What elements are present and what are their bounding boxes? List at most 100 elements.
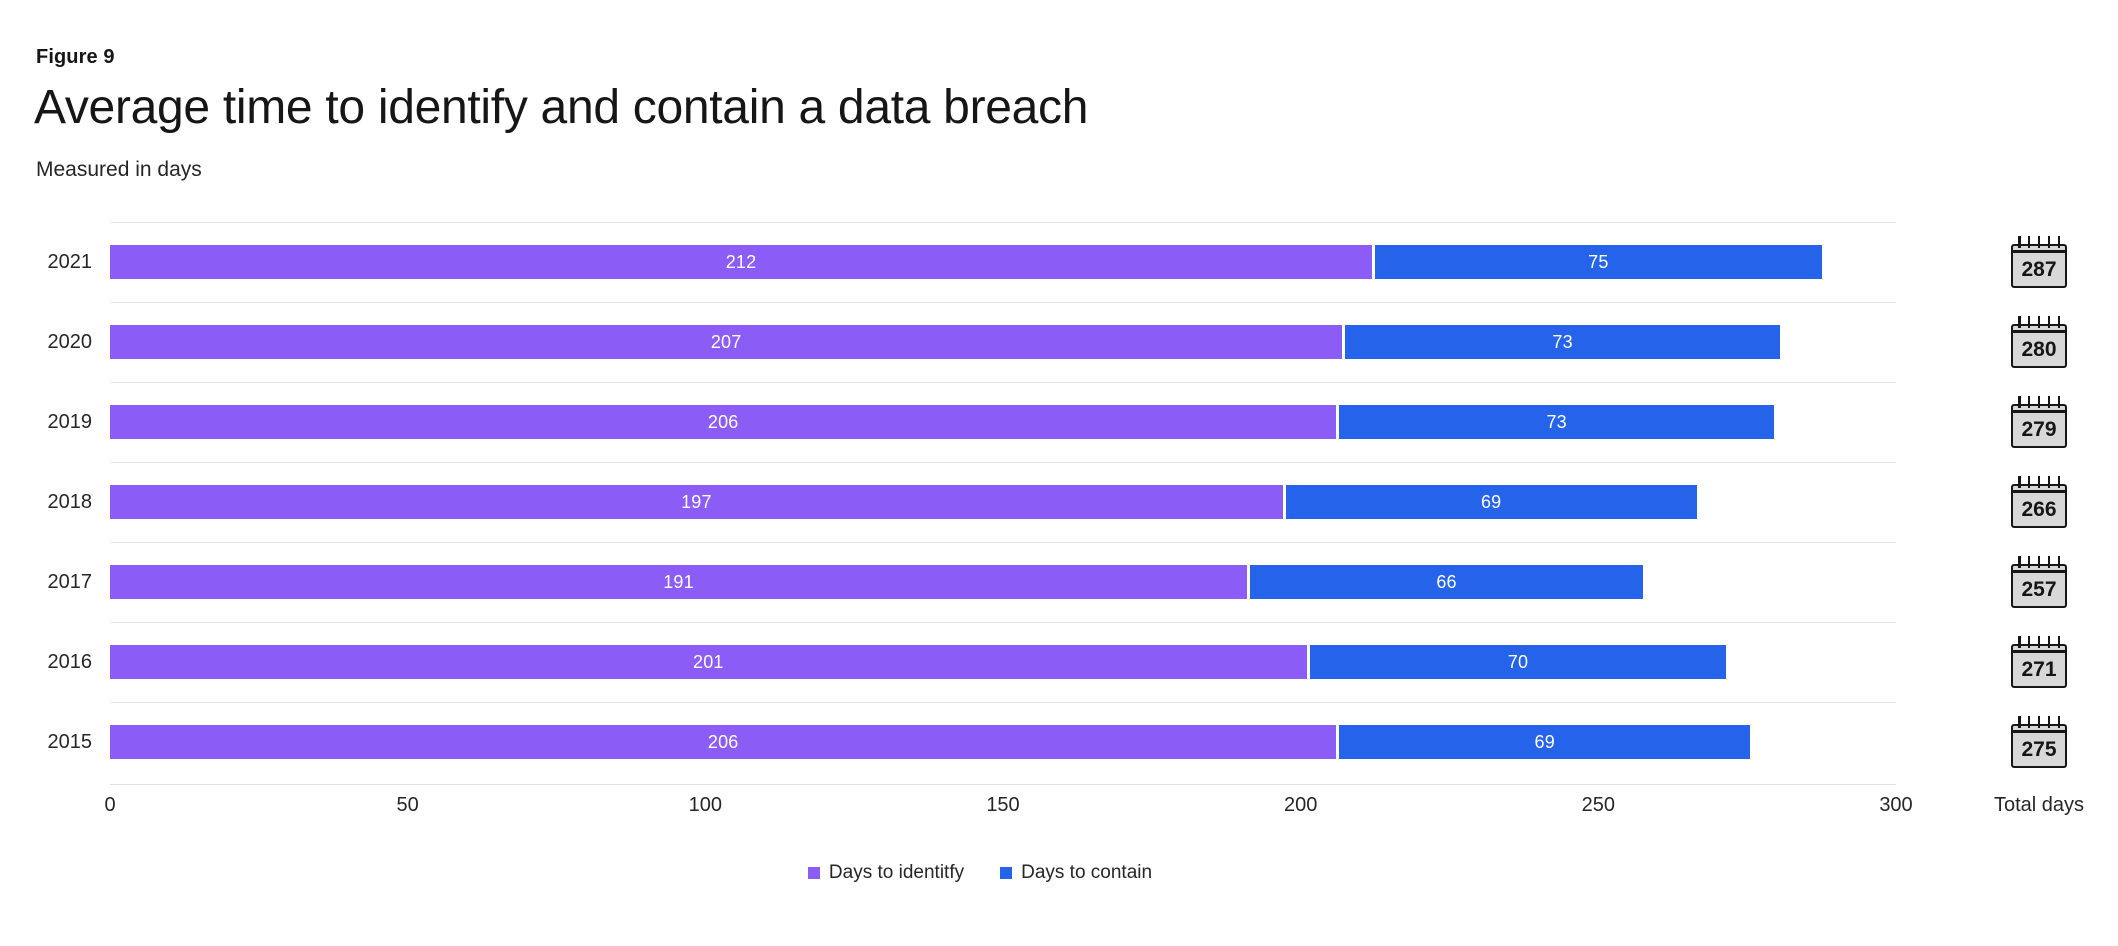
total-days-cell: 266 [1960, 462, 2118, 542]
calendar-icon: 257 [2011, 556, 2067, 608]
bar-segment-contain[interactable]: 66 [1250, 565, 1643, 599]
row-year-label: 2015 [47, 731, 93, 753]
total-days-cell: 271 [1960, 622, 2118, 702]
x-tick-label: 50 [396, 794, 419, 816]
bar-segment-identify[interactable]: 207 [110, 325, 1343, 359]
calendar-ring [2018, 636, 2021, 648]
calendar-ring [2047, 236, 2051, 248]
x-tick-label: 100 [688, 794, 723, 816]
bar-rows: 2021 212 75 2020 207 73 2019 206 73 2018 197 69 2017… [0, 222, 1960, 782]
calendar-rings [2018, 316, 2060, 328]
gridline [110, 542, 1896, 543]
legend-label: Days to contain [1021, 862, 1153, 883]
calendar-icon: 287 [2011, 236, 2067, 288]
x-tick-label: 250 [1581, 794, 1616, 816]
legend-swatch-icon [807, 867, 820, 879]
calendar-header-line [2011, 730, 2067, 733]
calendar-ring [2027, 636, 2031, 648]
chart-legend: Days to identitfy Days to contain [0, 862, 1960, 884]
bar-value-label: 207 [710, 331, 742, 352]
gridline [110, 622, 1896, 623]
calendar-ring [2018, 396, 2021, 408]
total-days-cell: 279 [1960, 382, 2118, 462]
gridline [110, 302, 1896, 303]
bar-segment-identify[interactable]: 212 [110, 245, 1373, 279]
total-days-value: 280 [2021, 338, 2057, 361]
gridline [110, 222, 1896, 223]
total-days-cell: 280 [1960, 302, 2118, 382]
row-year-label: 2018 [47, 491, 93, 513]
bar-segment-identify[interactable]: 206 [110, 405, 1337, 439]
calendar-rings [2018, 636, 2060, 648]
calendar-ring [2057, 396, 2060, 408]
calendar-ring [2018, 716, 2021, 728]
stacked-bar[interactable]: 206 69 [110, 725, 1751, 759]
row-year-label: 2016 [47, 651, 93, 673]
x-tick-label: 0 [104, 794, 116, 816]
row-year-label: 2021 [47, 251, 93, 273]
calendar-ring [2018, 236, 2021, 248]
bar-segment-contain[interactable]: 73 [1345, 325, 1780, 359]
legend-swatch-icon [1000, 867, 1013, 879]
bar-segment-contain[interactable]: 70 [1309, 645, 1727, 679]
stacked-bar[interactable]: 201 70 [110, 645, 1727, 679]
calendar-ring [2027, 316, 2031, 328]
stacked-bar[interactable]: 207 73 [110, 325, 1780, 359]
calendar-ring [2027, 396, 2031, 408]
calendar-ring [2018, 316, 2021, 328]
bar-row: 2021 212 75 [0, 222, 1920, 302]
bar-value-label: 206 [707, 411, 739, 432]
bar-segment-identify[interactable]: 201 [110, 645, 1307, 679]
x-tick-label: 150 [986, 794, 1020, 816]
calendar-ring [2057, 476, 2060, 488]
legend-item-identify[interactable]: Days to identitfy [807, 862, 965, 884]
bar-value-label: 69 [1480, 491, 1502, 512]
calendar-ring [2018, 556, 2021, 568]
total-days-cell: 257 [1960, 542, 2118, 622]
bar-segment-contain[interactable]: 73 [1339, 405, 1774, 439]
calendar-ring [2057, 636, 2060, 648]
row-year-label: 2019 [47, 411, 93, 433]
bar-segment-contain[interactable]: 69 [1285, 485, 1697, 519]
calendar-ring [2057, 716, 2060, 728]
calendar-header-line [2011, 650, 2067, 653]
stacked-bar[interactable]: 191 66 [110, 565, 1643, 599]
calendar-ring [2057, 556, 2060, 568]
stacked-bar[interactable]: 206 73 [110, 405, 1774, 439]
bar-row: 2015 206 69 [0, 702, 1920, 782]
stacked-bar[interactable]: 212 75 [110, 245, 1822, 279]
bar-value-label: 206 [707, 731, 739, 752]
calendar-ring [2047, 476, 2051, 488]
calendar-header-line [2011, 330, 2067, 333]
bar-row: 2016 201 70 [0, 622, 1920, 702]
bar-value-label: 66 [1436, 571, 1457, 592]
total-days-cell: 275 [1960, 702, 2118, 782]
calendar-ring [2037, 636, 2041, 648]
legend-label: Days to identitfy [828, 862, 965, 883]
bar-value-label: 69 [1534, 731, 1555, 752]
calendar-ring [2027, 716, 2031, 728]
bar-segment-identify[interactable]: 206 [110, 725, 1337, 759]
bar-segment-identify[interactable]: 191 [110, 565, 1248, 599]
calendar-ring [2047, 396, 2051, 408]
x-axis-ticks: 0 50 100 150 200 250 300 [0, 794, 1960, 824]
calendar-header-line [2011, 410, 2067, 413]
gridline [110, 382, 1896, 383]
figure-label: Figure 9 [36, 46, 115, 68]
calendar-ring [2037, 236, 2041, 248]
stacked-bar[interactable]: 197 69 [110, 485, 1697, 519]
bar-segment-identify[interactable]: 197 [110, 485, 1283, 519]
totals-caption: Total days [1993, 794, 2085, 816]
calendar-rings [2018, 716, 2060, 728]
bar-row: 2018 197 69 [0, 462, 1920, 542]
total-days-cell: 287 [1960, 222, 2118, 302]
calendar-ring [2047, 556, 2051, 568]
calendar-header-line [2011, 570, 2067, 573]
calendar-icon: 279 [2011, 396, 2067, 448]
calendar-icon: 275 [2011, 716, 2067, 768]
legend-item-contain[interactable]: Days to contain [1000, 862, 1152, 884]
bar-segment-contain[interactable]: 69 [1339, 725, 1751, 759]
bar-segment-contain[interactable]: 75 [1375, 245, 1822, 279]
calendar-ring [2027, 236, 2031, 248]
x-tick-label: 200 [1283, 794, 1318, 816]
